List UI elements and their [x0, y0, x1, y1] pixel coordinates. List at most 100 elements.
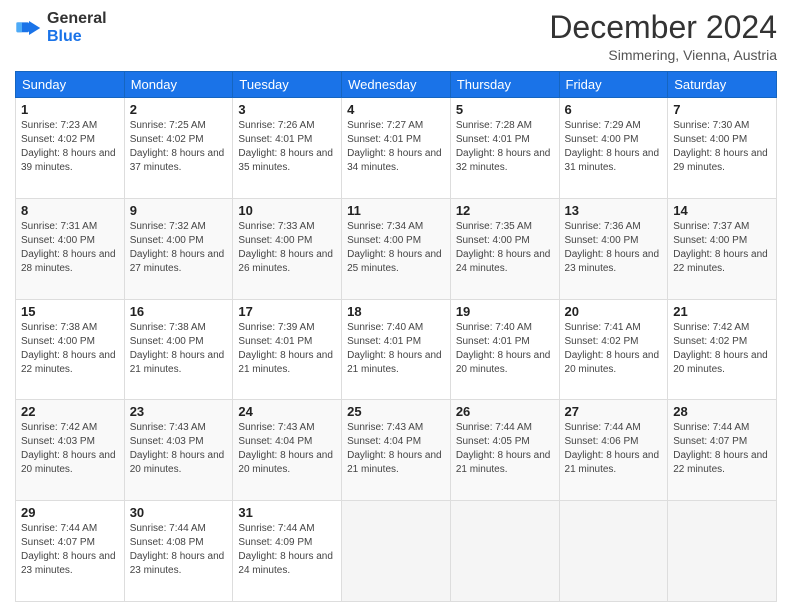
calendar-week-row: 29 Sunrise: 7:44 AMSunset: 4:07 PMDayligh… — [16, 501, 777, 602]
calendar-cell: 23 Sunrise: 7:43 AMSunset: 4:03 PMDayligh… — [124, 400, 233, 501]
day-number: 22 — [21, 404, 119, 419]
day-number: 9 — [130, 203, 228, 218]
day-info: Sunrise: 7:39 AMSunset: 4:01 PMDaylight:… — [238, 321, 336, 377]
calendar-cell: 28Sunrise: 7:44 AMSunset: 4:07 PMDayligh… — [668, 400, 777, 501]
calendar-cell: 25 Sunrise: 7:43 AMSunset: 4:04 PMDayligh… — [342, 400, 451, 501]
weekday-header: Friday — [559, 72, 668, 98]
day-info: Sunrise: 7:36 AMSunset: 4:00 PMDaylight:… — [565, 220, 663, 276]
day-info: Sunrise: 7:44 AMSunset: 4:05 PMDaylight:… — [456, 421, 554, 477]
calendar-cell: 31 Sunrise: 7:44 AMSunset: 4:09 PMDayligh… — [233, 501, 342, 602]
calendar-table: SundayMondayTuesdayWednesdayThursdayFrid… — [15, 71, 777, 602]
day-info: Sunrise: 7:42 AMSunset: 4:03 PMDaylight:… — [21, 421, 119, 477]
day-number: 11 — [347, 203, 445, 218]
calendar-cell: 10 Sunrise: 7:33 AMSunset: 4:00 PMDayligh… — [233, 198, 342, 299]
calendar-cell — [668, 501, 777, 602]
day-number: 17 — [238, 304, 336, 319]
day-info: Sunrise: 7:23 AMSunset: 4:02 PMDaylight:… — [21, 119, 119, 175]
calendar-cell: 4Sunrise: 7:27 AMSunset: 4:01 PMDaylight… — [342, 98, 451, 199]
weekday-header: Sunday — [16, 72, 125, 98]
day-info: Sunrise: 7:29 AMSunset: 4:00 PMDaylight:… — [565, 119, 663, 175]
day-number: 16 — [130, 304, 228, 319]
day-info: Sunrise: 7:41 AMSunset: 4:02 PMDaylight:… — [565, 321, 663, 377]
day-number: 31 — [238, 505, 336, 520]
calendar-cell: 16Sunrise: 7:38 AMSunset: 4:00 PMDayligh… — [124, 299, 233, 400]
day-number: 8 — [21, 203, 119, 218]
logo: General Blue — [15, 10, 107, 45]
day-info: Sunrise: 7:44 AMSunset: 4:06 PMDaylight:… — [565, 421, 663, 477]
day-number: 23 — [130, 404, 228, 419]
weekday-header: Saturday — [668, 72, 777, 98]
logo-general: General — [47, 10, 107, 27]
header: General Blue December 2024 Simmering, Vi… — [15, 10, 777, 63]
weekday-header: Tuesday — [233, 72, 342, 98]
calendar-cell: 17 Sunrise: 7:39 AMSunset: 4:01 PMDayligh… — [233, 299, 342, 400]
weekday-header: Thursday — [450, 72, 559, 98]
day-info: Sunrise: 7:35 AMSunset: 4:00 PMDaylight:… — [456, 220, 554, 276]
day-info: Sunrise: 7:34 AMSunset: 4:00 PMDaylight:… — [347, 220, 445, 276]
calendar-week-row: 1 Sunrise: 7:23 AMSunset: 4:02 PMDaylight… — [16, 98, 777, 199]
day-info: Sunrise: 7:37 AMSunset: 4:00 PMDaylight:… — [673, 220, 771, 276]
calendar-week-row: 15Sunrise: 7:38 AMSunset: 4:00 PMDayligh… — [16, 299, 777, 400]
day-number: 24 — [238, 404, 336, 419]
calendar-cell: 26 Sunrise: 7:44 AMSunset: 4:05 PMDayligh… — [450, 400, 559, 501]
day-info: Sunrise: 7:40 AMSunset: 4:01 PMDaylight:… — [347, 321, 445, 377]
day-info: Sunrise: 7:32 AMSunset: 4:00 PMDaylight:… — [130, 220, 228, 276]
day-number: 30 — [130, 505, 228, 520]
day-number: 1 — [21, 102, 119, 117]
calendar-week-row: 8 Sunrise: 7:31 AMSunset: 4:00 PMDaylight… — [16, 198, 777, 299]
weekday-header: Monday — [124, 72, 233, 98]
day-number: 14 — [673, 203, 771, 218]
day-info: Sunrise: 7:44 AMSunset: 4:08 PMDaylight:… — [130, 522, 228, 578]
calendar-cell: 3Sunrise: 7:26 AMSunset: 4:01 PMDaylight… — [233, 98, 342, 199]
day-info: Sunrise: 7:25 AMSunset: 4:02 PMDaylight:… — [130, 119, 228, 175]
calendar-week-row: 22 Sunrise: 7:42 AMSunset: 4:03 PMDayligh… — [16, 400, 777, 501]
calendar-cell: 12Sunrise: 7:35 AMSunset: 4:00 PMDayligh… — [450, 198, 559, 299]
day-number: 26 — [456, 404, 554, 419]
calendar-cell: 9 Sunrise: 7:32 AMSunset: 4:00 PMDaylight… — [124, 198, 233, 299]
day-info: Sunrise: 7:43 AMSunset: 4:04 PMDaylight:… — [347, 421, 445, 477]
calendar-cell: 8 Sunrise: 7:31 AMSunset: 4:00 PMDaylight… — [16, 198, 125, 299]
calendar-cell — [450, 501, 559, 602]
logo-blue: Blue — [47, 28, 82, 45]
calendar-cell: 22 Sunrise: 7:42 AMSunset: 4:03 PMDayligh… — [16, 400, 125, 501]
day-number: 2 — [130, 102, 228, 117]
logo-text: General Blue — [47, 10, 107, 45]
calendar-cell: 21 Sunrise: 7:42 AMSunset: 4:02 PMDayligh… — [668, 299, 777, 400]
day-number: 10 — [238, 203, 336, 218]
calendar-cell: 7 Sunrise: 7:30 AMSunset: 4:00 PMDaylight… — [668, 98, 777, 199]
calendar-cell: 24Sunrise: 7:43 AMSunset: 4:04 PMDayligh… — [233, 400, 342, 501]
title-block: December 2024 Simmering, Vienna, Austria — [549, 10, 777, 63]
day-number: 18 — [347, 304, 445, 319]
calendar-cell: 27Sunrise: 7:44 AMSunset: 4:06 PMDayligh… — [559, 400, 668, 501]
location: Simmering, Vienna, Austria — [549, 47, 777, 63]
day-info: Sunrise: 7:28 AMSunset: 4:01 PMDaylight:… — [456, 119, 554, 175]
day-number: 6 — [565, 102, 663, 117]
calendar-cell: 5 Sunrise: 7:28 AMSunset: 4:01 PMDaylight… — [450, 98, 559, 199]
day-number: 29 — [21, 505, 119, 520]
day-info: Sunrise: 7:44 AMSunset: 4:07 PMDaylight:… — [21, 522, 119, 578]
day-info: Sunrise: 7:30 AMSunset: 4:00 PMDaylight:… — [673, 119, 771, 175]
day-info: Sunrise: 7:27 AMSunset: 4:01 PMDaylight:… — [347, 119, 445, 175]
day-number: 15 — [21, 304, 119, 319]
day-number: 25 — [347, 404, 445, 419]
calendar-cell: 1 Sunrise: 7:23 AMSunset: 4:02 PMDaylight… — [16, 98, 125, 199]
calendar-cell: 19Sunrise: 7:40 AMSunset: 4:01 PMDayligh… — [450, 299, 559, 400]
calendar-cell — [342, 501, 451, 602]
day-number: 5 — [456, 102, 554, 117]
day-info: Sunrise: 7:42 AMSunset: 4:02 PMDaylight:… — [673, 321, 771, 377]
logo-icon — [15, 14, 43, 42]
calendar-cell: 13 Sunrise: 7:36 AMSunset: 4:00 PMDayligh… — [559, 198, 668, 299]
day-number: 21 — [673, 304, 771, 319]
day-info: Sunrise: 7:44 AMSunset: 4:09 PMDaylight:… — [238, 522, 336, 578]
day-info: Sunrise: 7:26 AMSunset: 4:01 PMDaylight:… — [238, 119, 336, 175]
day-number: 19 — [456, 304, 554, 319]
day-info: Sunrise: 7:33 AMSunset: 4:00 PMDaylight:… — [238, 220, 336, 276]
page: General Blue December 2024 Simmering, Vi… — [0, 0, 792, 612]
day-info: Sunrise: 7:31 AMSunset: 4:00 PMDaylight:… — [21, 220, 119, 276]
day-number: 13 — [565, 203, 663, 218]
calendar-cell: 15Sunrise: 7:38 AMSunset: 4:00 PMDayligh… — [16, 299, 125, 400]
calendar-cell: 20 Sunrise: 7:41 AMSunset: 4:02 PMDayligh… — [559, 299, 668, 400]
day-info: Sunrise: 7:43 AMSunset: 4:03 PMDaylight:… — [130, 421, 228, 477]
day-number: 20 — [565, 304, 663, 319]
day-number: 7 — [673, 102, 771, 117]
